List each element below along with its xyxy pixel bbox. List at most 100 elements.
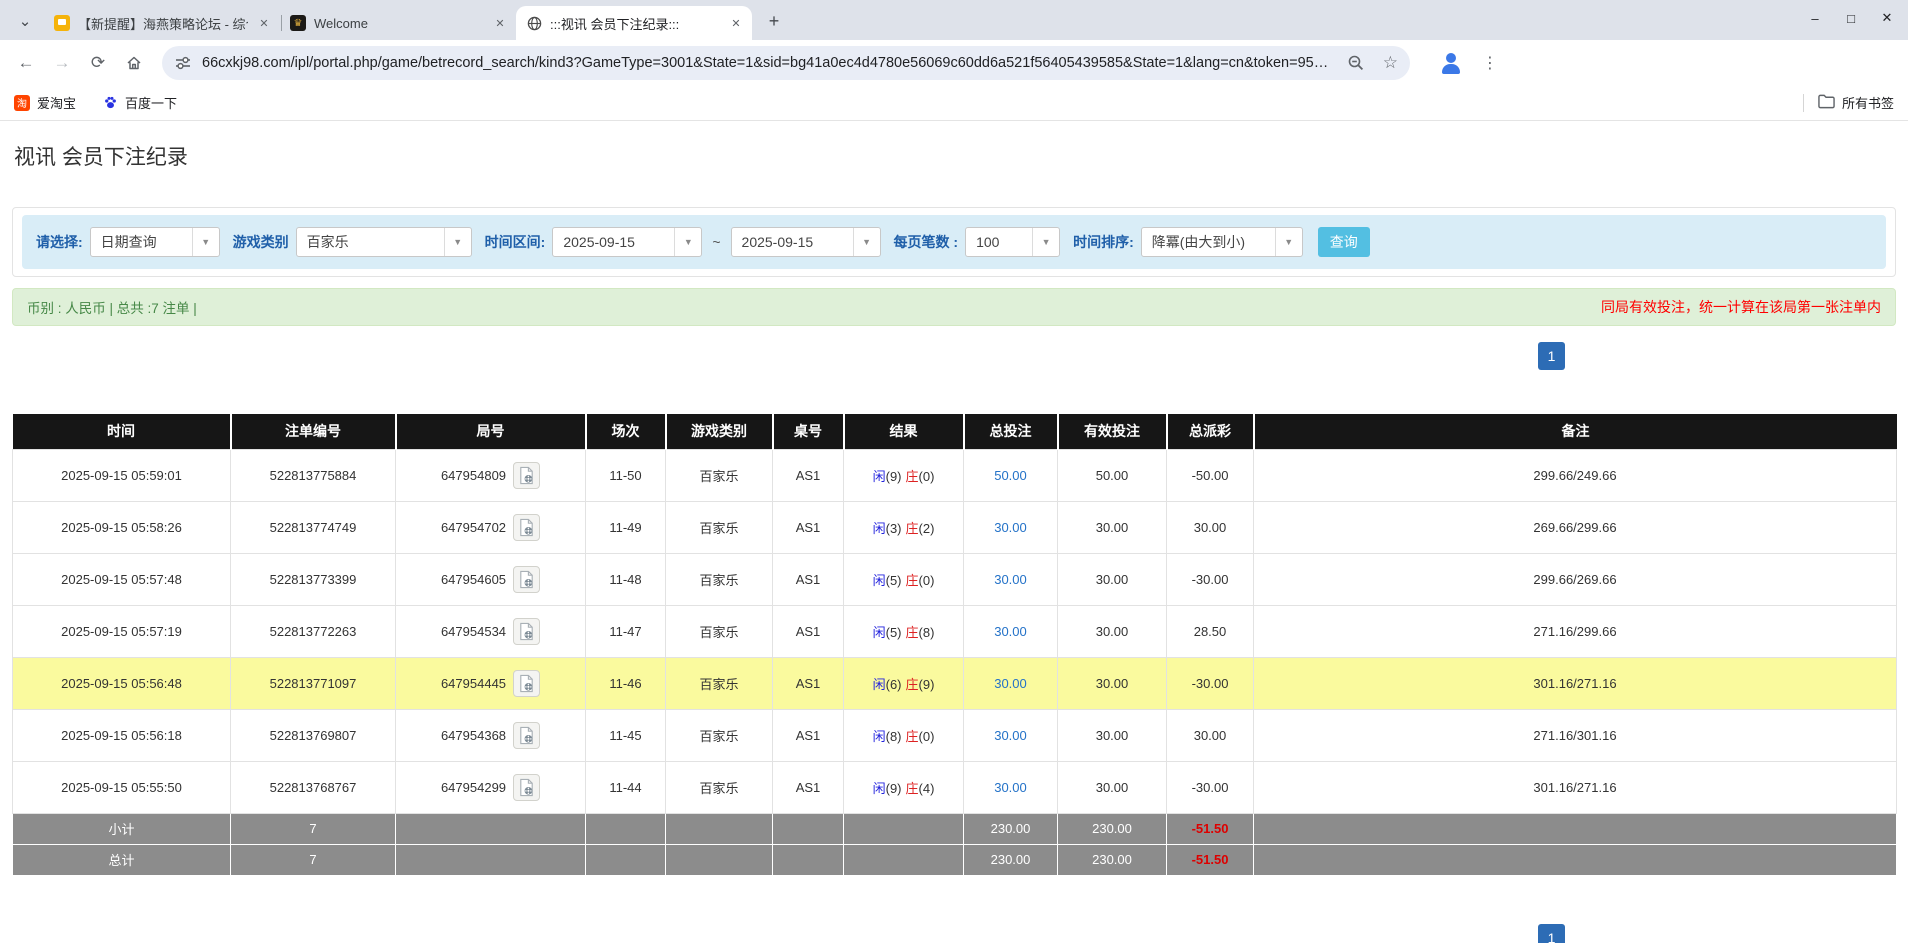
video-record-icon[interactable] — [513, 722, 540, 749]
date-to-select[interactable]: 2025-09-15 ▼ — [731, 227, 881, 257]
time-sort-select[interactable]: 降冪(由大到小) ▼ — [1141, 227, 1303, 257]
player-result: 闲 — [873, 521, 886, 536]
cell-result: 闲(9)庄(0) — [844, 449, 964, 501]
cell-table-number: AS1 — [773, 501, 844, 553]
cell-result: 闲(9)庄(4) — [844, 761, 964, 813]
player-score: (5) — [886, 573, 902, 588]
tab-welcome[interactable]: ♛ Welcome ✕ — [280, 6, 516, 40]
round-number: 647954605 — [441, 572, 506, 587]
browser-menu-icon[interactable]: ⋮ — [1482, 53, 1498, 73]
page-1-button[interactable]: 1 — [1538, 342, 1565, 370]
zoom-indicator-icon[interactable] — [1347, 54, 1365, 72]
search-button[interactable]: 查询 — [1318, 227, 1370, 257]
video-record-icon[interactable] — [513, 618, 540, 645]
tab-close-icon[interactable]: ✕ — [728, 15, 744, 31]
total-bet-link[interactable]: 30.00 — [994, 728, 1027, 743]
pagination-bottom: 1 — [1538, 924, 1565, 943]
address-bar[interactable]: 66cxkj98.com/ipl/portal.php/game/betreco… — [162, 46, 1410, 80]
all-bookmarks-button[interactable]: 所有书签 — [1818, 93, 1894, 112]
cell-round: 647954368 — [396, 709, 586, 761]
player-result: 闲 — [873, 677, 886, 692]
filter-panel: 请选择: 日期查询 ▼ 游戏类别 百家乐 ▼ 时间区间: 2025-09-15 … — [12, 207, 1896, 277]
cell-payout: -30.00 — [1167, 761, 1254, 813]
cell-bet-id: 522813775884 — [231, 449, 396, 501]
bookmark-baidu[interactable]: 百度一下 — [102, 93, 177, 112]
total-bet-link[interactable]: 50.00 — [994, 468, 1027, 483]
cell-time: 2025-09-15 05:57:48 — [13, 553, 231, 605]
window-controls: – □ ✕ — [1800, 4, 1902, 32]
forum-favicon-icon — [54, 15, 70, 31]
minimize-button[interactable]: – — [1800, 4, 1830, 32]
url-text[interactable]: 66cxkj98.com/ipl/portal.php/game/betreco… — [202, 55, 1337, 71]
cell-note: 299.66/269.66 — [1254, 553, 1897, 605]
cell-valid-bet: 30.00 — [1058, 501, 1167, 553]
welcome-favicon-icon: ♛ — [290, 15, 306, 31]
valid-bet-notice-text: 同局有效投注，统一计算在该局第一张注单内 — [1601, 297, 1881, 317]
range-separator: ~ — [709, 234, 723, 250]
total-bet-link[interactable]: 30.00 — [994, 520, 1027, 535]
new-tab-button[interactable]: + — [760, 7, 788, 35]
home-icon[interactable] — [118, 47, 150, 79]
video-record-icon[interactable] — [513, 774, 540, 801]
reload-icon[interactable]: ⟳ — [82, 47, 114, 79]
page-1-button[interactable]: 1 — [1538, 924, 1565, 943]
total-bet-link[interactable]: 30.00 — [994, 572, 1027, 587]
video-record-icon[interactable] — [513, 514, 540, 541]
banker-result: 庄 — [906, 677, 919, 692]
per-page-select[interactable]: 100 ▼ — [965, 227, 1060, 257]
back-icon[interactable]: ← — [10, 47, 42, 79]
banker-result: 庄 — [906, 469, 919, 484]
column-header-valid-bet: 有效投注 — [1058, 414, 1167, 449]
profile-avatar-icon[interactable] — [1438, 50, 1464, 76]
player-result: 闲 — [873, 469, 886, 484]
chevron-down-icon: ▼ — [192, 228, 219, 256]
total-bet-link[interactable]: 30.00 — [994, 676, 1027, 691]
game-type-select[interactable]: 百家乐 ▼ — [296, 227, 472, 257]
tab-close-icon[interactable]: ✕ — [492, 15, 508, 31]
cell-total-bet: 30.00 — [964, 553, 1058, 605]
tab-betrecord-active[interactable]: :::视讯 会员下注纪录::: ✕ — [516, 6, 752, 40]
forward-icon[interactable]: → — [46, 47, 78, 79]
subtotal-valid-bet: 230.00 — [1058, 813, 1167, 844]
cell-payout: -50.00 — [1167, 449, 1254, 501]
round-number: 647954445 — [441, 676, 506, 691]
banker-result: 庄 — [906, 781, 919, 796]
bookmark-star-icon[interactable]: ☆ — [1383, 53, 1398, 73]
total-bet-link[interactable]: 30.00 — [994, 780, 1027, 795]
cell-payout: 30.00 — [1167, 501, 1254, 553]
total-count: 7 — [231, 844, 396, 875]
bookmark-taobao[interactable]: 淘 爱淘宝 — [14, 93, 76, 112]
cell-session: 11-50 — [586, 449, 666, 501]
table-row: 2025-09-15 05:57:48522813773399647954605… — [13, 553, 1897, 605]
close-button[interactable]: ✕ — [1872, 4, 1902, 32]
baidu-favicon-icon — [102, 95, 118, 111]
player-result: 闲 — [873, 573, 886, 588]
tab-forum[interactable]: 【新提醒】海燕策略论坛 - 综合 ✕ — [44, 6, 280, 40]
site-info-icon[interactable] — [174, 54, 192, 72]
tab-close-icon[interactable]: ✕ — [256, 15, 272, 31]
banker-result: 庄 — [906, 573, 919, 588]
cell-payout: 28.50 — [1167, 605, 1254, 657]
maximize-button[interactable]: □ — [1836, 4, 1866, 32]
date-from-select[interactable]: 2025-09-15 ▼ — [552, 227, 702, 257]
player-score: (5) — [886, 625, 902, 640]
cell-result: 闲(5)庄(0) — [844, 553, 964, 605]
cell-game-type: 百家乐 — [666, 449, 773, 501]
cell-note: 299.66/249.66 — [1254, 449, 1897, 501]
query-type-select[interactable]: 日期查询 ▼ — [90, 227, 220, 257]
tab-search-icon[interactable]: ⌄ — [8, 4, 42, 38]
cell-payout: 30.00 — [1167, 709, 1254, 761]
total-bet-link[interactable]: 30.00 — [994, 624, 1027, 639]
page-content: 视讯 会员下注纪录 请选择: 日期查询 ▼ 游戏类别 百家乐 ▼ 时间区间: 2… — [0, 121, 1908, 943]
column-header-note: 备注 — [1254, 414, 1897, 449]
cell-valid-bet: 30.00 — [1058, 553, 1167, 605]
video-record-icon[interactable] — [513, 566, 540, 593]
cell-session: 11-46 — [586, 657, 666, 709]
column-header-total-bet: 总投注 — [964, 414, 1058, 449]
column-header-payout: 总派彩 — [1167, 414, 1254, 449]
video-record-icon[interactable] — [513, 462, 540, 489]
banker-score: (8) — [919, 625, 935, 640]
browser-toolbar: ← → ⟳ 66cxkj98.com/ipl/portal.php/game/b… — [0, 40, 1908, 85]
cell-table-number: AS1 — [773, 449, 844, 501]
video-record-icon[interactable] — [513, 670, 540, 697]
